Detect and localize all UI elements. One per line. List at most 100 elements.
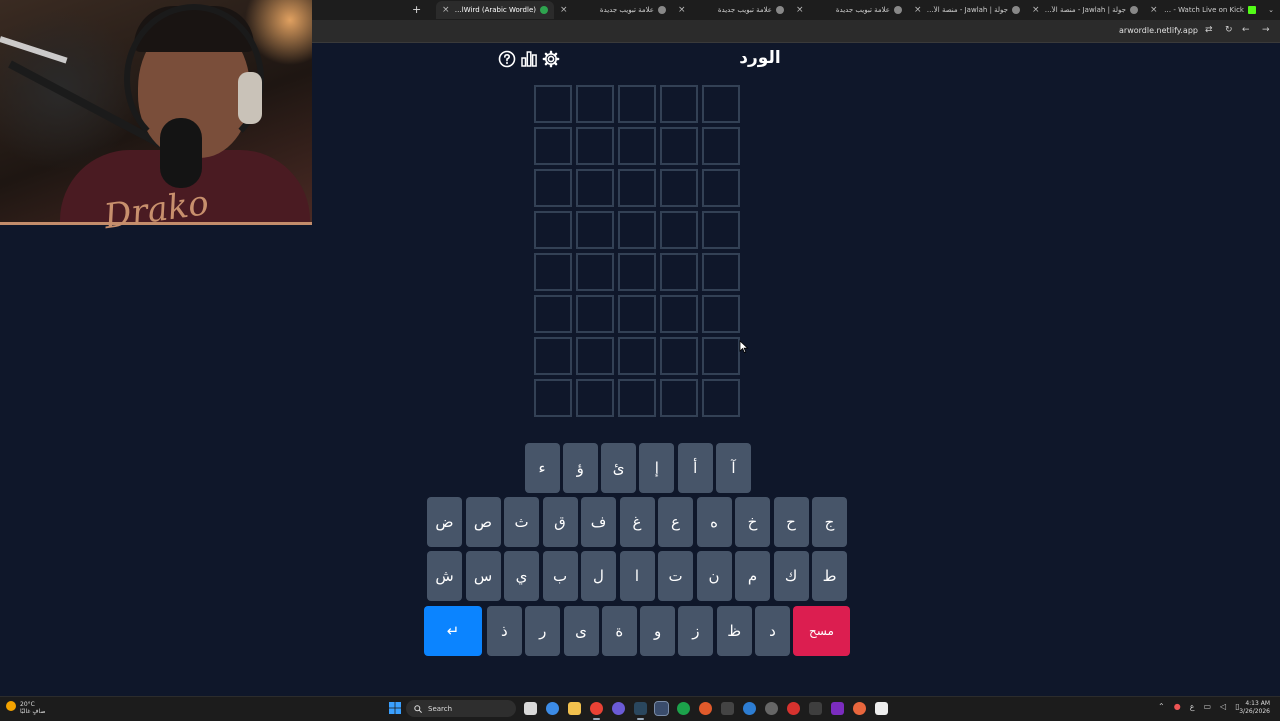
tab-close-icon[interactable]: × <box>1032 5 1040 15</box>
microphone-icon[interactable]: ● <box>1174 702 1181 711</box>
keyboard-key[interactable]: ط <box>812 551 847 601</box>
keyboard-key[interactable]: ه <box>696 497 732 547</box>
tab-close-icon[interactable]: × <box>914 5 922 15</box>
discord-icon[interactable] <box>612 702 625 715</box>
browser-tab[interactable]: علامة تبويب جديدة × <box>790 1 908 19</box>
tab-close-icon[interactable]: × <box>442 5 450 15</box>
twitch-icon[interactable] <box>831 702 844 715</box>
keyboard-key[interactable]: و <box>640 606 676 656</box>
grid-cell <box>534 169 572 207</box>
windows-start-icon[interactable] <box>389 702 401 714</box>
keyboard-key[interactable]: ح <box>773 497 809 547</box>
tab-title: xdrako0 Stream - Watch Live on Kick <box>1162 6 1244 14</box>
tab-search-icon[interactable]: ⌄ <box>1262 1 1280 19</box>
tab-close-icon[interactable]: × <box>678 5 686 15</box>
keyboard-key[interactable]: ت <box>658 551 693 601</box>
browser-tab[interactable]: xdrako0 Stream - Watch Live on Kick × <box>1144 1 1262 19</box>
grid-cell <box>618 85 656 123</box>
address-bar[interactable]: arwordle.netlify.app <box>1119 26 1198 35</box>
calendar-icon[interactable] <box>875 702 888 715</box>
grid-cell <box>534 253 572 291</box>
new-tab-button[interactable]: + <box>412 3 421 16</box>
chrome-icon[interactable] <box>590 702 603 720</box>
keyboard-key[interactable]: آ <box>716 443 751 493</box>
obs-icon[interactable] <box>654 701 669 716</box>
windows-taskbar: 20°C صافٍ غالبًا Search ⌃ ● ع ▭ ◁ ▯ 4:13… <box>0 696 1280 721</box>
volume-icon[interactable]: ◁ <box>1220 702 1226 711</box>
browser-tab[interactable]: جولة | Jawlah - منصة الألعاب ال × <box>1026 1 1144 19</box>
brave-icon[interactable] <box>853 702 866 715</box>
steam-icon[interactable] <box>634 702 647 720</box>
keyboard-key[interactable]: ل <box>581 551 616 601</box>
language-indicator[interactable]: ع <box>1190 702 1195 711</box>
keyboard-key[interactable]: ى <box>563 606 599 656</box>
keyboard-key[interactable]: ك <box>773 551 809 601</box>
weather-temp: 20°C <box>20 701 35 708</box>
keyboard-key[interactable]: ة <box>601 606 637 656</box>
keyboard-key[interactable]: ئ <box>601 443 637 493</box>
edge-icon[interactable] <box>546 702 559 715</box>
settings-gear-icon[interactable] <box>542 50 560 68</box>
keyboard-key[interactable]: ب <box>542 551 578 601</box>
keyboard-key[interactable]: ن <box>696 551 732 601</box>
browser-tab[interactable]: علامة تبويب جديدة × <box>672 1 790 19</box>
network-icon[interactable]: ▭ <box>1203 702 1211 711</box>
delete-button[interactable]: مسح <box>793 606 850 656</box>
tab-title: علامة تبويب جديدة <box>835 6 890 14</box>
keyboard-key[interactable]: إ <box>639 443 675 493</box>
keyboard-key[interactable]: س <box>465 551 501 601</box>
keyboard-key[interactable]: خ <box>735 497 770 547</box>
help-icon[interactable] <box>498 50 516 68</box>
teamviewer-icon[interactable] <box>743 702 756 715</box>
tab-title: AlWird (Arabic Wordle) - الورد <box>454 6 536 14</box>
github-icon[interactable] <box>765 702 778 715</box>
keyboard-key[interactable]: ص <box>465 497 501 547</box>
taskbar-search-box[interactable]: Search <box>406 700 516 717</box>
enter-button[interactable]: ↵ <box>424 606 482 656</box>
reload-icon[interactable]: ↻ <box>1225 25 1233 35</box>
keyboard-key[interactable]: ع <box>658 497 693 547</box>
keyboard-key[interactable]: أ <box>677 443 713 493</box>
keyboard-key[interactable]: ر <box>525 606 561 656</box>
crown-icon <box>1012 6 1020 14</box>
keyboard-key[interactable]: م <box>735 551 770 601</box>
browser-tab[interactable]: AlWird (Arabic Wordle) - الورد × <box>436 1 554 19</box>
keyboard-key[interactable]: ف <box>581 497 616 547</box>
youtube-music-icon[interactable] <box>787 702 800 715</box>
weather-widget[interactable]: 20°C صافٍ غالبًا <box>6 701 45 715</box>
keyboard-key[interactable]: ذ <box>486 606 522 656</box>
tab-close-icon[interactable]: × <box>1150 5 1158 15</box>
keyboard-key[interactable]: ض <box>427 497 462 547</box>
forward-icon[interactable]: → <box>1262 25 1270 35</box>
clock[interactable]: 4:13 AM 3/26/2026 <box>1239 700 1270 716</box>
keyboard-key[interactable]: ا <box>619 551 655 601</box>
keyboard-key[interactable]: ث <box>504 497 539 547</box>
browser-tab[interactable]: علامة تبويب جديدة × <box>554 1 672 19</box>
keyboard-key[interactable]: ز <box>678 606 714 656</box>
site-settings-icon[interactable]: ⇄ <box>1205 25 1213 35</box>
browser-tab[interactable]: جولة | Jawlah - منصة الألعاب ال × <box>908 1 1026 19</box>
back-icon[interactable]: ← <box>1242 25 1250 35</box>
grid-cell <box>702 253 740 291</box>
keyboard-key[interactable]: ج <box>812 497 847 547</box>
keyboard-key[interactable]: غ <box>619 497 655 547</box>
firefox-icon[interactable] <box>699 702 712 715</box>
keyboard-key[interactable]: ش <box>427 551 462 601</box>
keyboard-key[interactable]: ق <box>542 497 578 547</box>
notepad-icon[interactable] <box>721 702 734 715</box>
keyboard-key[interactable]: ظ <box>716 606 752 656</box>
keyboard-key[interactable]: ؤ <box>562 443 598 493</box>
tab-close-icon[interactable]: × <box>796 5 804 15</box>
xbox-icon[interactable] <box>677 702 690 715</box>
tab-title: جولة | Jawlah - منصة الألعاب ال <box>926 6 1008 14</box>
chevron-up-icon[interactable]: ⌃ <box>1158 702 1165 711</box>
tab-close-icon[interactable]: × <box>560 5 568 15</box>
statistics-icon[interactable] <box>520 50 538 68</box>
keyboard-key[interactable]: ء <box>524 443 560 493</box>
file-explorer-icon[interactable] <box>568 702 581 715</box>
keyboard-key[interactable]: ي <box>504 551 539 601</box>
app-icon[interactable] <box>809 702 822 715</box>
grid-cell <box>660 295 698 333</box>
keyboard-key[interactable]: د <box>755 606 790 656</box>
task-view-icon[interactable] <box>524 702 537 715</box>
